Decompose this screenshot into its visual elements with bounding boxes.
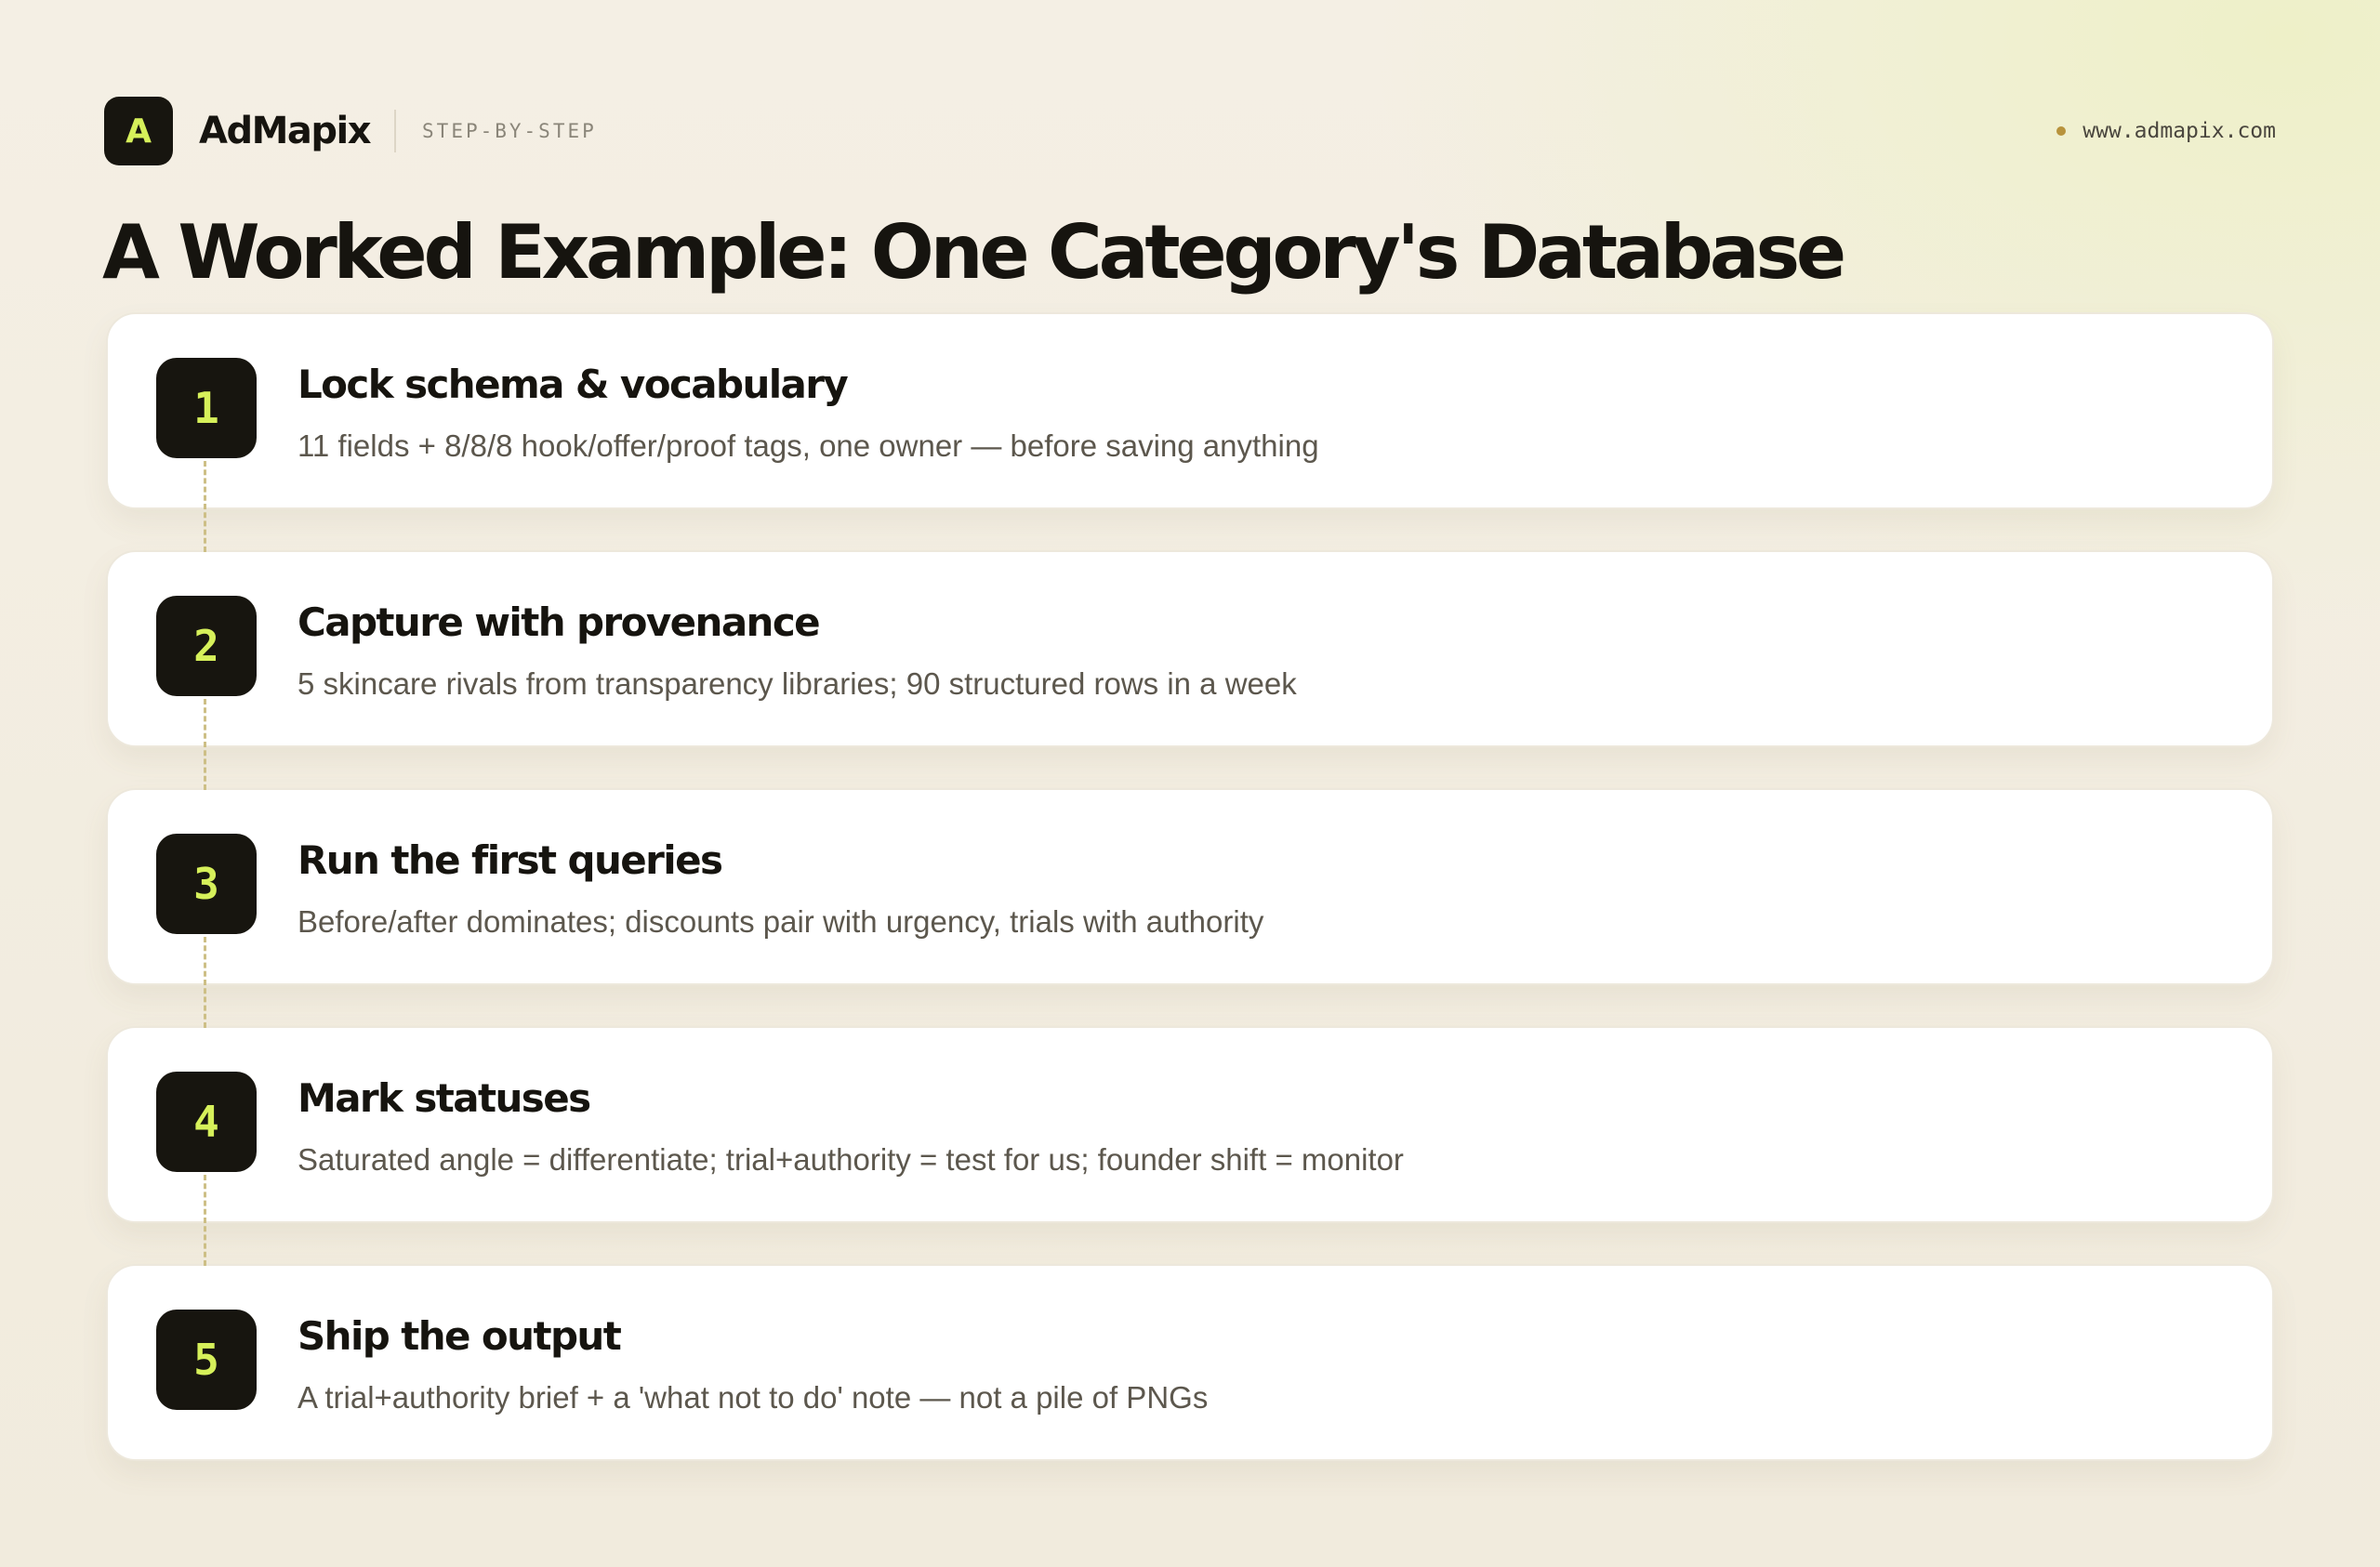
step-title: Run the first queries [298, 837, 723, 883]
section-tag: STEP-BY-STEP [422, 120, 597, 142]
step-title: Mark statuses [298, 1075, 591, 1121]
step-card-3: 3 Run the first queries Before/after dom… [106, 788, 2274, 1028]
logo-mark: A [104, 97, 173, 165]
page-header: A AdMapix STEP-BY-STEP www.admapix.com [104, 97, 2276, 165]
step-description: 11 fields + 8/8/8 hook/offer/proof tags,… [298, 428, 1319, 463]
step-card-2: 2 Capture with provenance 5 skincare riv… [106, 550, 2274, 790]
step-description: Saturated angle = differentiate; trial+a… [298, 1142, 1404, 1177]
step-connector [204, 699, 206, 790]
step-title: Ship the output [298, 1313, 622, 1359]
step-description: 5 skincare rivals from transparency libr… [298, 666, 1297, 701]
step-number: 2 [156, 596, 257, 696]
steps-list: 1 Lock schema & vocabulary 11 fields + 8… [106, 312, 2274, 1461]
step-connector [204, 937, 206, 1028]
step-description: A trial+authority brief + a 'what not to… [298, 1380, 1209, 1415]
step-number: 4 [156, 1072, 257, 1172]
step-card-4: 4 Mark statuses Saturated angle = differ… [106, 1026, 2274, 1266]
page-title: A Worked Example: One Category's Databas… [102, 209, 1846, 296]
header-divider [394, 110, 397, 152]
step-description: Before/after dominates; discounts pair w… [298, 904, 1264, 939]
step-card-5: 5 Ship the output A trial+authority brie… [106, 1264, 2274, 1461]
step-number: 5 [156, 1310, 257, 1410]
step-title: Capture with provenance [298, 599, 821, 645]
step-title: Lock schema & vocabulary [298, 362, 849, 407]
step-connector [204, 1175, 206, 1266]
dot-icon [2056, 126, 2067, 136]
site-link[interactable]: www.admapix.com [2056, 119, 2276, 143]
step-number: 3 [156, 834, 257, 934]
step-card-1: 1 Lock schema & vocabulary 11 fields + 8… [106, 312, 2274, 552]
step-number: 1 [156, 358, 257, 458]
step-connector [204, 461, 206, 552]
brand-name: AdMapix [199, 110, 372, 152]
site-url: www.admapix.com [2082, 119, 2276, 143]
